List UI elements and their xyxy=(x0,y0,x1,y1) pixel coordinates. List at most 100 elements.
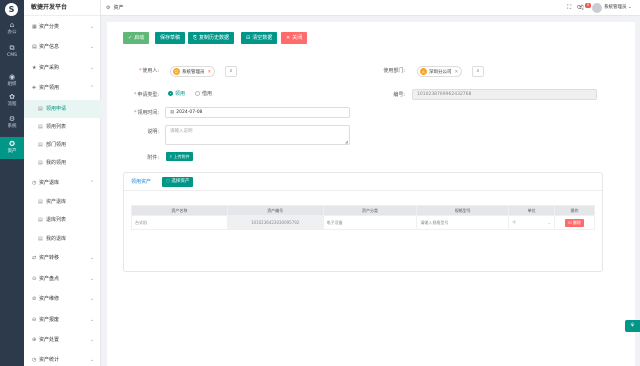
spec-input[interactable]: 请输入规格型号 xyxy=(416,215,510,230)
card-title: 领用资产 xyxy=(131,179,152,185)
start-button[interactable]: ✓ 启动 xyxy=(123,32,150,44)
chevron-down-icon: ⌄ xyxy=(547,219,552,225)
dept-label: 使用部门: xyxy=(383,68,405,74)
menu-asset-scrap[interactable]: ⊖ 资产报废 ⌄ xyxy=(24,311,101,329)
delete-button[interactable]: ⊟ 删除 xyxy=(565,218,584,227)
rail-item-asset[interactable]: ✪ 资产 xyxy=(0,137,24,159)
repair-icon: ⊘ xyxy=(32,296,37,302)
user-search-button[interactable]: ⌕ xyxy=(225,66,237,77)
rail-item-cms[interactable]: ⧉ CMS xyxy=(0,41,24,63)
asset-name-cell: 台式机 xyxy=(131,215,228,230)
menu-borrow-mine[interactable]: ▤ 我的领用 xyxy=(24,154,101,172)
menu-asset-borrow[interactable]: ⎈ 资产领用 ⌃ xyxy=(24,79,101,97)
app-title: 敏捷开发平台 xyxy=(24,0,100,16)
dept-tag[interactable]: ⌂ 深圳分公司 ✕ xyxy=(417,66,463,77)
floating-action-button[interactable]: ⚘ xyxy=(625,320,640,332)
gear-icon: ⚙ xyxy=(106,5,111,11)
menu-return-mine[interactable]: ▤ 我的退库 xyxy=(24,230,101,248)
rail-item-system[interactable]: ⚙ 系统 xyxy=(0,112,24,134)
menu-asset-disposal[interactable]: ⊕ 资产处置 ⌄ xyxy=(24,331,101,349)
list-icon: ▤ xyxy=(38,106,43,112)
card-header: 领用资产 ◌ 选择资产 xyxy=(124,173,602,191)
number-field: 1010238769962432768 xyxy=(412,89,597,100)
chevron-up-icon: ⌃ xyxy=(89,180,94,186)
list-icon: ▤ xyxy=(38,217,43,223)
menu-borrow-list[interactable]: ▤ 领用列表 xyxy=(24,118,101,136)
time-field[interactable]: ▦ 2024-07-08 xyxy=(165,107,350,118)
type-label: *申请类型: xyxy=(133,92,159,98)
menu-asset-transfer[interactable]: ⇄ 资产转移 ⌄ xyxy=(24,249,101,267)
calendar-icon: ▦ xyxy=(170,110,175,115)
upload-icon: ⇪ xyxy=(169,154,173,159)
app-logo: S xyxy=(5,3,18,16)
breadcrumb[interactable]: ⚙ 资产 xyxy=(106,0,124,16)
username[interactable]: 系统管理员 ⌄ xyxy=(604,0,632,16)
dept-search-button[interactable]: ⌕ xyxy=(472,66,484,77)
chevron-down-icon: ⌄ xyxy=(89,65,94,71)
upload-button[interactable]: ⇪ 上传附件 xyxy=(166,152,193,161)
sidebar: 敏捷开发平台 ▦ 资产分类 ⌄ ▤ 资产信息 ⌄ ★ 资产采购 ⌄ ⎈ 资产领用 ⌃ ▤… xyxy=(24,0,101,366)
copy-history-button[interactable]: ⎘ 复制历史数据 xyxy=(188,32,235,44)
fullscreen-icon[interactable]: ⛶ xyxy=(567,0,571,16)
type-radio-borrow[interactable]: 领用 xyxy=(168,90,185,97)
table-row: 台式机 1010236423030095792 电子设备 请输入规格型号 个 ⌄ … xyxy=(131,215,595,230)
list-icon: ▤ xyxy=(38,236,43,242)
table-header: 资产名称 资产编号 资产分类 规格型号 单位 操作 xyxy=(131,205,595,216)
copy-icon: ⎘ xyxy=(193,35,198,41)
type-radio-loan[interactable]: 借用 xyxy=(195,90,212,97)
rail-item-org[interactable]: ◉ 组织 xyxy=(0,70,24,92)
remove-icon[interactable]: ✕ xyxy=(208,70,212,75)
save-draft-button[interactable]: 保存草稿 xyxy=(155,32,186,44)
close-button[interactable]: ✕ 关闭 xyxy=(281,32,308,44)
notification-badge: 9 xyxy=(585,3,591,8)
search-icon: ⌕ xyxy=(476,68,480,74)
resize-icon: ◢ xyxy=(344,139,348,144)
chevron-down-icon: ⌄ xyxy=(89,44,94,50)
icon-rail: S ⌂ 办公 ⧉ CMS ◉ 组织 ✿ 流程 ⚙ 系统 ✪ 资产 xyxy=(0,0,24,366)
user-tag[interactable]: ☺ 系统管理员 ✕ xyxy=(170,66,216,77)
asset-card: 领用资产 ◌ 选择资产 资产名称 资产编号 资产分类 规格型号 单位 操作 台式… xyxy=(123,172,603,272)
menu-asset-purchase[interactable]: ★ 资产采购 ⌄ xyxy=(24,59,101,77)
document-icon: ⧉ xyxy=(9,44,15,52)
menu-borrow-apply[interactable]: ▤ 领用申请 xyxy=(24,100,101,118)
menu-asset-stats[interactable]: ◷ 资产统计 ⌄ xyxy=(24,351,101,366)
chevron-down-icon: ⌄ xyxy=(89,357,94,363)
building-icon: ⌂ xyxy=(420,68,427,75)
user-icon: ◉ xyxy=(8,73,16,81)
rail-item-flow[interactable]: ✿ 流程 xyxy=(0,90,24,112)
stats-icon: ◷ xyxy=(32,357,37,363)
menu-asset-return[interactable]: ◷ 资产退库 ⌃ xyxy=(24,174,101,192)
menu-borrow-dept[interactable]: ▤ 部门领用 xyxy=(24,136,101,154)
user-label: *使用人: xyxy=(138,68,159,74)
user-icon: ☺ xyxy=(173,68,180,75)
circle-icon: ◌ xyxy=(166,179,170,184)
menu-asset-info[interactable]: ▤ 资产信息 ⌄ xyxy=(24,38,101,56)
asset-code-cell: 1010236423030095792 xyxy=(226,215,324,230)
menu-asset-repair[interactable]: ⊘ 资产维修 ⌄ xyxy=(24,290,101,308)
gear-icon: ⚙ xyxy=(8,115,16,123)
search-icon: ⌕ xyxy=(229,68,233,74)
close-icon: ✕ xyxy=(286,35,291,41)
transfer-icon: ⇄ xyxy=(32,255,37,261)
top-header: ⚙ 资产 ⛶ ⟳ xyxy=(101,0,640,16)
scrap-icon: ⊖ xyxy=(32,317,37,323)
desc-textarea[interactable]: 请输入说明 ◢ xyxy=(165,125,350,145)
menu-asset-category[interactable]: ▦ 资产分类 ⌄ xyxy=(24,18,101,36)
remove-icon[interactable]: ✕ xyxy=(455,70,459,75)
clear-data-button[interactable]: ⊟ 清空数据 xyxy=(241,32,278,44)
bell-icon[interactable]: ♫ xyxy=(579,0,584,16)
avatar[interactable] xyxy=(592,3,602,13)
menu-return-list[interactable]: ▤ 退库列表 xyxy=(24,211,101,229)
rail-item-office[interactable]: ⌂ 办公 xyxy=(0,18,24,40)
unit-select[interactable]: 个 ⌄ xyxy=(508,215,556,230)
menu-asset-inventory[interactable]: ⊙ 资产盘点 ⌄ xyxy=(24,270,101,288)
desc-label: 说明: xyxy=(147,129,159,135)
asset-table: 资产名称 资产编号 资产分类 规格型号 单位 操作 台式机 1010236423… xyxy=(131,205,595,230)
chevron-down-icon: ⌄ xyxy=(89,24,94,30)
select-asset-button[interactable]: ◌ 选择资产 xyxy=(162,177,194,187)
chevron-up-icon: ⌃ xyxy=(89,85,94,91)
asset-icon: ✪ xyxy=(9,140,15,148)
menu-return-apply[interactable]: ▤ 资产退库 xyxy=(24,193,101,211)
list-icon: ▤ xyxy=(38,124,43,130)
list-icon: ▤ xyxy=(38,160,43,166)
